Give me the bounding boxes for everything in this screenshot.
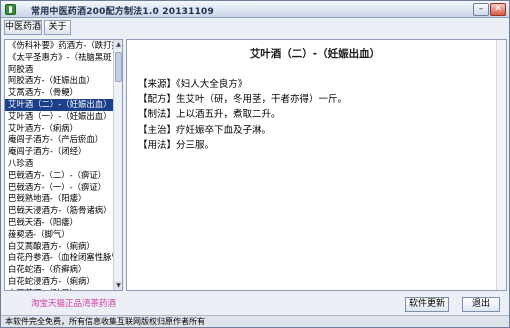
recipe-list-panel: 《伤科补要》药酒方-（跌打损 《太平圣惠方》-（祛脑黑斑 阿胶酒 阿胶酒方-（妊娠出血… [4,39,123,291]
list-item[interactable]: 菝葜酒-（脚气） [5,229,113,241]
status-bar: 本软件完全免费，所有信息收集互联网版权归原作者所有 [1,315,509,327]
list-item[interactable]: 八珍酒 [5,158,113,170]
list-item[interactable]: 艾叶酒（二）-（妊娠出血） [5,98,113,111]
exit-button[interactable]: 退出 [462,297,500,312]
scroll-up-icon[interactable]: ▲ [114,40,122,49]
list-item[interactable]: 艾叶酒（一）-（妊娠出血） [5,111,113,123]
update-button[interactable]: 软件更新 [405,297,449,312]
list-item[interactable]: 阿胶酒方-（妊娠出血） [5,75,113,87]
app-window: 常用中医药酒200配方制法1.0 20131109 – ✕ 中医药酒 关于 《伤… [0,0,510,328]
shop-link[interactable]: 淘宝天猫正品湾茶药酒 [31,297,116,309]
list-item[interactable]: 白花蛇酒-（疥癣病） [5,264,113,276]
title-bar[interactable]: 常用中医药酒200配方制法1.0 20131109 – ✕ [1,1,509,18]
recipe-detail-lines: 【来源】《妇人大全良方》【配方】生艾叶（研，冬用茎，干者亦得）一斤。 【制法】上以… [138,77,494,153]
list-item[interactable]: 巴戟酒方-（二）-（痹证） [5,170,113,182]
window-title: 常用中医药酒200配方制法1.0 20131109 [31,7,214,17]
list-item[interactable]: 阿胶酒 [5,64,113,76]
list-item[interactable]: 艾蒿酒方-（骨鲠） [5,87,113,99]
list-scrollbar[interactable]: ▲ ▼ [113,40,122,290]
list-item[interactable]: 白艾蒿酿酒方-（痢病） [5,241,113,253]
close-button[interactable]: ✕ [490,3,506,16]
list-item[interactable]: 庵闾子酒方-（闭经） [5,146,113,158]
recipes-tab-button[interactable]: 中医药酒 [4,20,42,35]
scroll-down-icon[interactable]: ▼ [114,281,122,290]
detail-line: 【主治】疗妊娠卒下血及子淋。 [138,124,272,136]
about-button[interactable]: 关于 [44,20,71,35]
list-item[interactable]: 白花丹参酒-（血栓闭塞性脉管 [5,252,113,264]
list-item[interactable]: 巴戟天酒-（阳痿） [5,217,113,229]
list-item[interactable]: 巴戟天浸酒方-（筋骨诸病） [5,205,113,217]
minimize-button[interactable]: – [473,3,489,16]
detail-line: 【来源】《妇人大全良方》 [138,79,248,90]
list-item[interactable]: 白花蛇浸酒方-（痢病） [5,276,113,288]
detail-line: 【制法】上以酒五升，煮取二升。 [138,109,281,121]
toolbar: 中医药酒 关于 [1,18,509,36]
list-item[interactable]: 庵闾子酒方-（产后瘀血） [5,134,113,146]
detail-scrollbar[interactable] [496,40,506,290]
list-item[interactable]: 《太平圣惠方》-（祛脑黑斑 [5,52,113,64]
list-item[interactable]: 白蒿花酒-（眩晕） [5,288,113,290]
detail-line: 【用法】分三服。 [138,139,215,151]
recipe-list[interactable]: 《伤科补要》药酒方-（跌打损 《太平圣惠方》-（祛脑黑斑 阿胶酒 阿胶酒方-（妊娠出血… [5,40,113,290]
recipe-title: 艾叶酒（二）-（妊娠出血） [249,48,381,60]
list-item[interactable]: 巴戟熟地酒-（阳痿） [5,193,113,205]
scroll-thumb[interactable] [115,52,122,82]
app-icon [5,4,16,15]
list-item[interactable]: 艾叶酒方-（痢病） [5,123,113,135]
detail-line: 【配方】生艾叶（研，冬用茎，干者亦得）一斤。 [138,94,348,106]
list-item[interactable]: 《伤科补要》药酒方-（跌打损 [5,40,113,52]
list-item[interactable]: 巴戟酒方-（一）-（痹证） [5,182,113,194]
recipe-detail-panel: 艾叶酒（二）-（妊娠出血） 【来源】《妇人大全良方》【配方】生艾叶（研，冬用茎，… [126,39,507,291]
